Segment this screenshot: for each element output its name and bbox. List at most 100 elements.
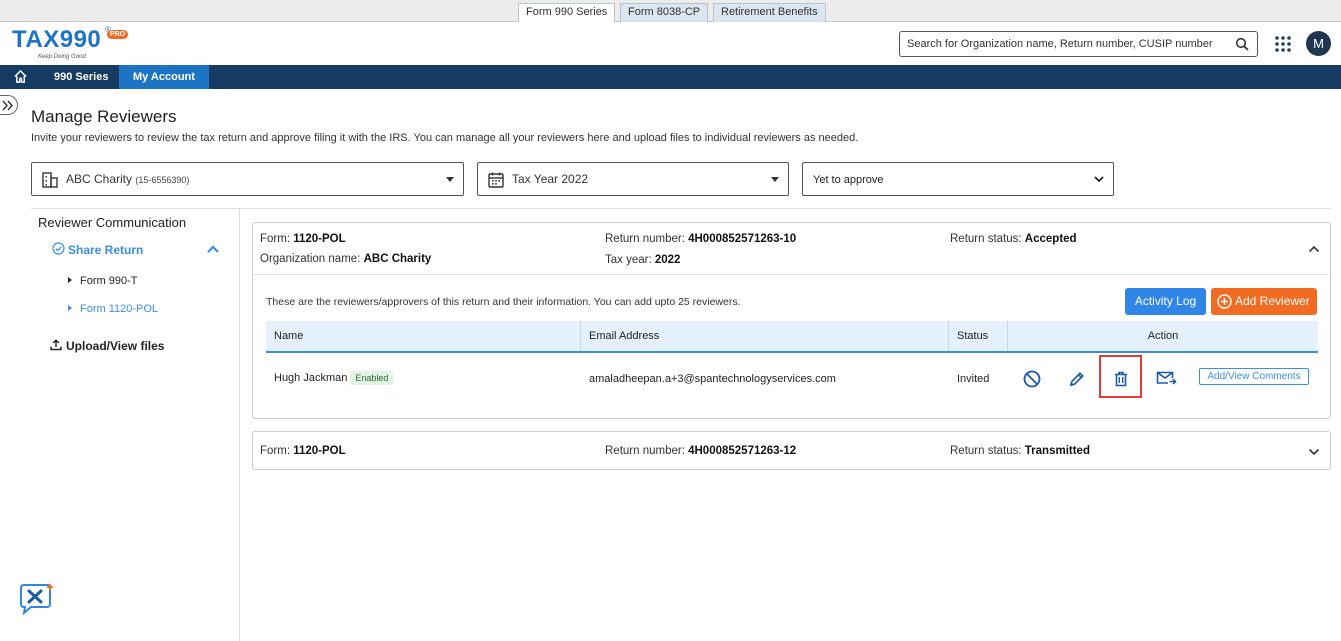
return-number-value: 4H000852571263-10 [688, 233, 797, 245]
column-header-name: Name [266, 321, 581, 351]
edit-pencil-icon[interactable] [1067, 369, 1087, 389]
field-label: Return status: [950, 445, 1022, 457]
chevron-down-icon [1094, 176, 1104, 183]
organization-field: Organization name: ABC Charity [260, 253, 431, 265]
tax-year-value: Tax Year 2022 [512, 172, 589, 186]
caret-down-icon [446, 177, 454, 182]
field-label: Form: [260, 445, 291, 457]
return-status-value: Accepted [1024, 233, 1077, 245]
tax-year-value: 2022 [654, 254, 681, 266]
chat-assistant-icon[interactable] [17, 582, 55, 616]
table-header: Name Email Address Status Action [266, 321, 1318, 353]
nav-990-series[interactable]: 990 Series [40, 65, 122, 89]
add-reviewer-button[interactable]: Add Reviewer [1211, 288, 1317, 315]
bullet-icon [68, 277, 72, 283]
send-mail-icon[interactable] [1155, 368, 1177, 388]
return-form-value: 1120-POL [293, 233, 346, 245]
reviewer-email: amaladheepan.a+3@spantechnologyservices.… [589, 373, 836, 385]
chevron-down-icon[interactable] [1308, 447, 1320, 457]
caret-down-icon [771, 177, 779, 182]
page-description: Invite your reviewers to review the tax … [31, 132, 859, 144]
field-label: Organization name: [260, 253, 361, 265]
return-card: Form: 1120-POL Return number: 4H00085257… [252, 431, 1331, 470]
sidebar-expand-button[interactable] [0, 95, 18, 115]
return-form-field: Form: 1120-POL [260, 445, 346, 457]
field-label: Return number: [605, 233, 685, 245]
return-status-field: Return status: Accepted [950, 233, 1077, 245]
sidebar-item-upload-files[interactable]: Upload/View files [50, 339, 164, 353]
field-label: Return status: [950, 233, 1022, 245]
tax-year-select[interactable]: Tax Year 2022 [477, 162, 789, 196]
search-icon[interactable] [1235, 37, 1249, 51]
field-label: Return number: [605, 445, 685, 457]
app-tab-bar: Form 990 Series Form 8038-CP Retirement … [0, 0, 1341, 23]
sidebar-divider [239, 209, 240, 641]
logo-wordmark: TAX990 [12, 26, 101, 54]
organization-ein: (15-6556390) [135, 175, 190, 185]
column-header-status: Status [949, 321, 1008, 351]
reviewer-name: Hugh Jackman [274, 372, 348, 384]
logo-tagline: Keep Doing Good [38, 54, 86, 60]
return-status-field: Return status: Transmitted [950, 445, 1090, 457]
nav-my-account[interactable]: My Account [119, 65, 209, 89]
field-label: Form: [260, 233, 291, 245]
reviewer-note: These are the reviewers/approvers of thi… [266, 296, 741, 308]
tax990-logo[interactable]: TAX990 ® PRO Keep Doing Good [12, 25, 132, 62]
header: TAX990 ® PRO Keep Doing Good M [0, 22, 1341, 65]
sidebar-item-form-990-t[interactable]: Form 990-T [68, 275, 137, 287]
search-box[interactable] [899, 31, 1258, 57]
sidebar-title: Reviewer Communication [38, 215, 187, 230]
column-header-action: Action [1147, 330, 1179, 342]
plus-circle-icon [1217, 294, 1232, 309]
chevron-up-icon[interactable] [206, 244, 220, 254]
double-chevron-right-icon [2, 100, 13, 111]
disable-icon[interactable] [1022, 369, 1042, 389]
sidebar-item-form-1120-pol[interactable]: Form 1120-POL [68, 303, 158, 315]
organization-name: ABC Charity [66, 172, 133, 186]
logo-pro-badge: PRO [107, 30, 129, 39]
page-title: Manage Reviewers [31, 107, 177, 126]
approval-status-select[interactable]: Yet to approve [802, 162, 1114, 196]
trash-icon[interactable] [1111, 369, 1131, 389]
tab-form-990-series[interactable]: Form 990 Series [518, 3, 616, 23]
add-view-comments-button[interactable]: Add/View Comments [1199, 368, 1309, 385]
return-status-value: Transmitted [1024, 445, 1090, 457]
reviewer-status: Invited [957, 373, 990, 385]
building-icon [42, 172, 58, 188]
return-number-field: Return number: 4H000852571263-12 [605, 445, 796, 457]
user-avatar[interactable]: M [1306, 31, 1331, 56]
sidebar-item-label: Form 990-T [80, 275, 138, 287]
return-form-value: 1120-POL [293, 445, 346, 457]
check-circle-icon [52, 242, 65, 255]
approval-status-value: Yet to approve [813, 174, 884, 186]
divider [31, 208, 1331, 209]
apps-grid-icon[interactable] [1274, 35, 1292, 53]
field-label: Tax year: [605, 254, 652, 266]
tab-form-8038-cp[interactable]: Form 8038-CP [620, 3, 709, 22]
divider [253, 274, 1330, 275]
tab-retirement-benefits[interactable]: Retirement Benefits [713, 3, 826, 22]
organization-value: ABC Charity [363, 253, 432, 265]
calendar-icon [488, 172, 504, 188]
main-nav: 990 Series My Account [0, 65, 1341, 89]
return-form-field: Form: 1120-POL [260, 233, 346, 245]
status-badge: Enabled [350, 371, 394, 385]
tax-year-field: Tax year: 2022 [605, 254, 680, 266]
sidebar-item-share-return[interactable]: Share Return [68, 243, 143, 257]
logo-text-x: X [43, 26, 60, 53]
home-button[interactable] [0, 65, 40, 89]
organization-select[interactable]: ABC Charity (15-6556390) [31, 162, 464, 196]
add-reviewer-label: Add Reviewer [1235, 294, 1310, 308]
upload-label: Upload/View files [66, 339, 165, 353]
bullet-icon [68, 305, 72, 311]
sidebar-item-label: Form 1120-POL [80, 303, 159, 315]
return-number-field: Return number: 4H000852571263-10 [605, 233, 796, 245]
activity-log-button[interactable]: Activity Log [1125, 288, 1206, 315]
return-number-value: 4H000852571263-12 [688, 445, 797, 457]
search-input[interactable] [907, 36, 1227, 52]
column-header-email: Email Address [581, 321, 949, 351]
organization-select-value: ABC Charity (15-6556390) [66, 172, 189, 186]
return-card: Form: 1120-POL Organization name: ABC Ch… [252, 222, 1331, 419]
chevron-up-icon[interactable] [1308, 244, 1320, 254]
upload-icon [50, 339, 62, 351]
